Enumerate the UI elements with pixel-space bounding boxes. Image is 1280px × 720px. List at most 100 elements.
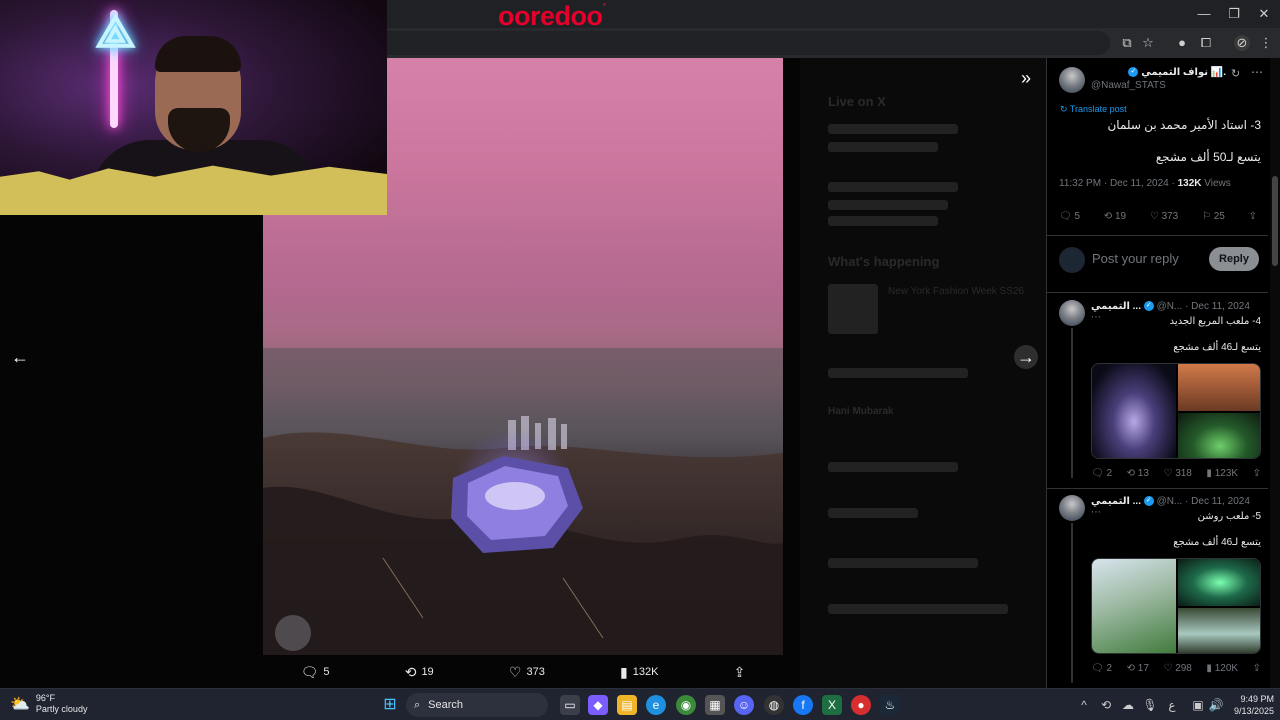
stadium-image[interactable] [1178,413,1260,458]
stadium-image[interactable] [1178,364,1260,411]
menu-icon[interactable]: ⋮ [1258,35,1274,51]
profile-icon[interactable]: ⊘ [1234,35,1250,51]
repost-count[interactable]: ⟲ 13 [1127,468,1149,479]
steam-icon[interactable]: ♨ [880,695,900,715]
repost-icon: ⟲ [404,663,417,680]
discord-icon[interactable]: ☺ [734,695,754,715]
heart-icon: ♡ [508,663,522,680]
webcam-overlay: ⟁ [0,0,387,215]
extensions-icon[interactable]: ⧠ [1198,35,1214,51]
network-icon[interactable]: ▣ [1188,695,1208,715]
divider [1047,235,1268,236]
scrollbar-thumb[interactable] [1272,176,1278,266]
restore-icon[interactable]: ❐ [1224,4,1244,24]
trend-2: Hani Mubarak [828,406,894,417]
thread-stats-row: 🗨 2 ⟲ 17 ♡ 298 ▮ 120K ⇪ [1091,663,1261,674]
thread-avatar[interactable] [1059,495,1085,521]
task-view-icon[interactable]: ▭ [560,695,580,715]
partly-cloudy-icon: ⛅ [10,696,30,713]
windows-start-icon[interactable]: ⊞ [380,695,400,715]
file-explorer-icon[interactable]: ▤ [617,695,637,715]
thread-avatar[interactable] [1059,300,1085,326]
author-handle[interactable]: @Nawaf_STATS [1091,80,1166,91]
microphone-icon[interactable]: 🎙 [1140,695,1160,715]
tray-app-icon[interactable]: ☁ [1118,695,1138,715]
translate-post-link[interactable]: ↻ Translate post [1060,104,1127,115]
taskbar-search[interactable]: ⌕ Search [406,693,548,717]
extension-pin-icon[interactable]: ● [1174,35,1190,51]
share-icon[interactable]: ⇪ [1249,211,1257,222]
excel-icon[interactable]: X [822,695,842,715]
share-icon[interactable]: ⇪ [1253,468,1261,479]
stadium-image[interactable] [1092,364,1176,458]
reply-count[interactable]: 🗨 2 [1091,468,1112,479]
facebook-icon[interactable]: f [793,695,813,715]
thread-line [1071,523,1073,683]
thread-media-grid[interactable] [1091,363,1261,459]
share-action[interactable]: ⇪ [734,664,746,681]
repost-action[interactable]: ⟲ 19 [405,664,434,681]
tray-app-icon[interactable]: ⟲ [1096,695,1116,715]
post-timestamp: 11:32 PM · Dec 11, 2024 · 132K Views [1059,178,1231,189]
trend-1: New York Fashion Week SS26 [888,286,1025,297]
dimmed-sidebar: Live on X What's happening New York Fash… [800,58,1046,688]
view-count[interactable]: ▮ 123K [1206,468,1238,479]
stadium-image[interactable] [1092,559,1176,653]
repost-count[interactable]: ⟲ 19 [1104,211,1126,222]
repost-count[interactable]: ⟲ 17 [1127,663,1149,674]
like-count[interactable]: ♡ 318 [1163,468,1191,479]
like-count[interactable]: ♡ 373 [1150,211,1178,222]
next-arrow-icon[interactable]: → [1014,345,1038,369]
bookmark-star-icon[interactable]: ☆ [1140,35,1156,51]
view-count[interactable]: ▮ 120K [1206,663,1238,674]
author-name-row[interactable]: ✓ نواف التميمي 📊. [1091,67,1226,78]
weather-widget[interactable]: ⛅ 96°F Partly cloudy [10,693,87,715]
ghost-line [828,200,948,210]
grok-icon[interactable]: ↻ [1231,67,1240,80]
share-icon[interactable]: ⇪ [1253,663,1261,674]
volume-icon[interactable]: 🔊 [1206,695,1226,715]
windows-taskbar: ⛅ 96°F Partly cloudy ⊞ ⌕ Search ▭ ◆ ▤ e … [0,688,1280,720]
like-count[interactable]: ♡ 298 [1163,663,1191,674]
post-line-2: يتسع لـ50 ألف مشجع [1155,150,1261,164]
collapse-sidebar-icon[interactable]: » [1014,66,1038,90]
language-icon[interactable]: ع [1162,695,1182,715]
obs-icon[interactable]: ◍ [764,695,784,715]
ghost-line [828,558,978,568]
close-icon[interactable]: ✕ [1254,4,1274,24]
chrome-icon[interactable]: ◉ [676,695,696,715]
tray-chevron-icon[interactable]: ^ [1074,695,1094,715]
previous-arrow-icon[interactable]: ← [8,345,32,369]
store-icon[interactable]: ▦ [705,695,725,715]
reply-count[interactable]: 🗨 5 [1059,211,1080,222]
divider [1047,292,1268,293]
my-avatar[interactable] [1059,247,1085,273]
thread-line-1: 5- ملعب روشن [1197,511,1261,522]
thread-media-grid[interactable] [1091,558,1261,654]
streamer-hair [155,36,241,72]
more-options-icon[interactable]: ⋯ [1251,65,1263,79]
views-action[interactable]: ▮ 132K [620,664,658,681]
bookmark-count[interactable]: ⚐ 25 [1202,211,1225,222]
copilot-icon[interactable]: ◆ [588,695,608,715]
reply-icon: 🗨 [300,663,319,680]
post-stats-row: 🗨 5 ⟲ 19 ♡ 373 ⚐ 25 ⇪ [1059,211,1257,222]
system-clock[interactable]: 9:49 PM 9/13/2025 [1226,693,1274,717]
author-avatar[interactable] [1059,67,1085,93]
reply-input[interactable]: Post your reply [1092,251,1179,266]
reply-button[interactable]: Reply [1209,247,1259,271]
stadium-image[interactable] [1178,559,1260,606]
like-action[interactable]: ♡ 373 [509,664,545,681]
share-icon: ⇪ [733,663,746,680]
post-detail-panel: ✓ نواف التميمي 📊. @Nawaf_STATS ↻ ⋯ ↻ Tra… [1046,58,1268,688]
install-icon[interactable]: ⧉ [1119,35,1135,51]
app-icon[interactable]: ● [851,695,871,715]
minimize-icon[interactable]: — [1194,4,1214,24]
thread-stats-row: 🗨 2 ⟲ 13 ♡ 318 ▮ 123K ⇪ [1091,468,1261,479]
happening-heading: What's happening [828,254,940,269]
reply-action[interactable]: 🗨 5 [301,664,330,681]
stadium-image[interactable] [1178,608,1260,653]
reply-count[interactable]: 🗨 2 [1091,663,1112,674]
scrollbar[interactable] [1270,58,1280,688]
edge-icon[interactable]: e [646,695,666,715]
